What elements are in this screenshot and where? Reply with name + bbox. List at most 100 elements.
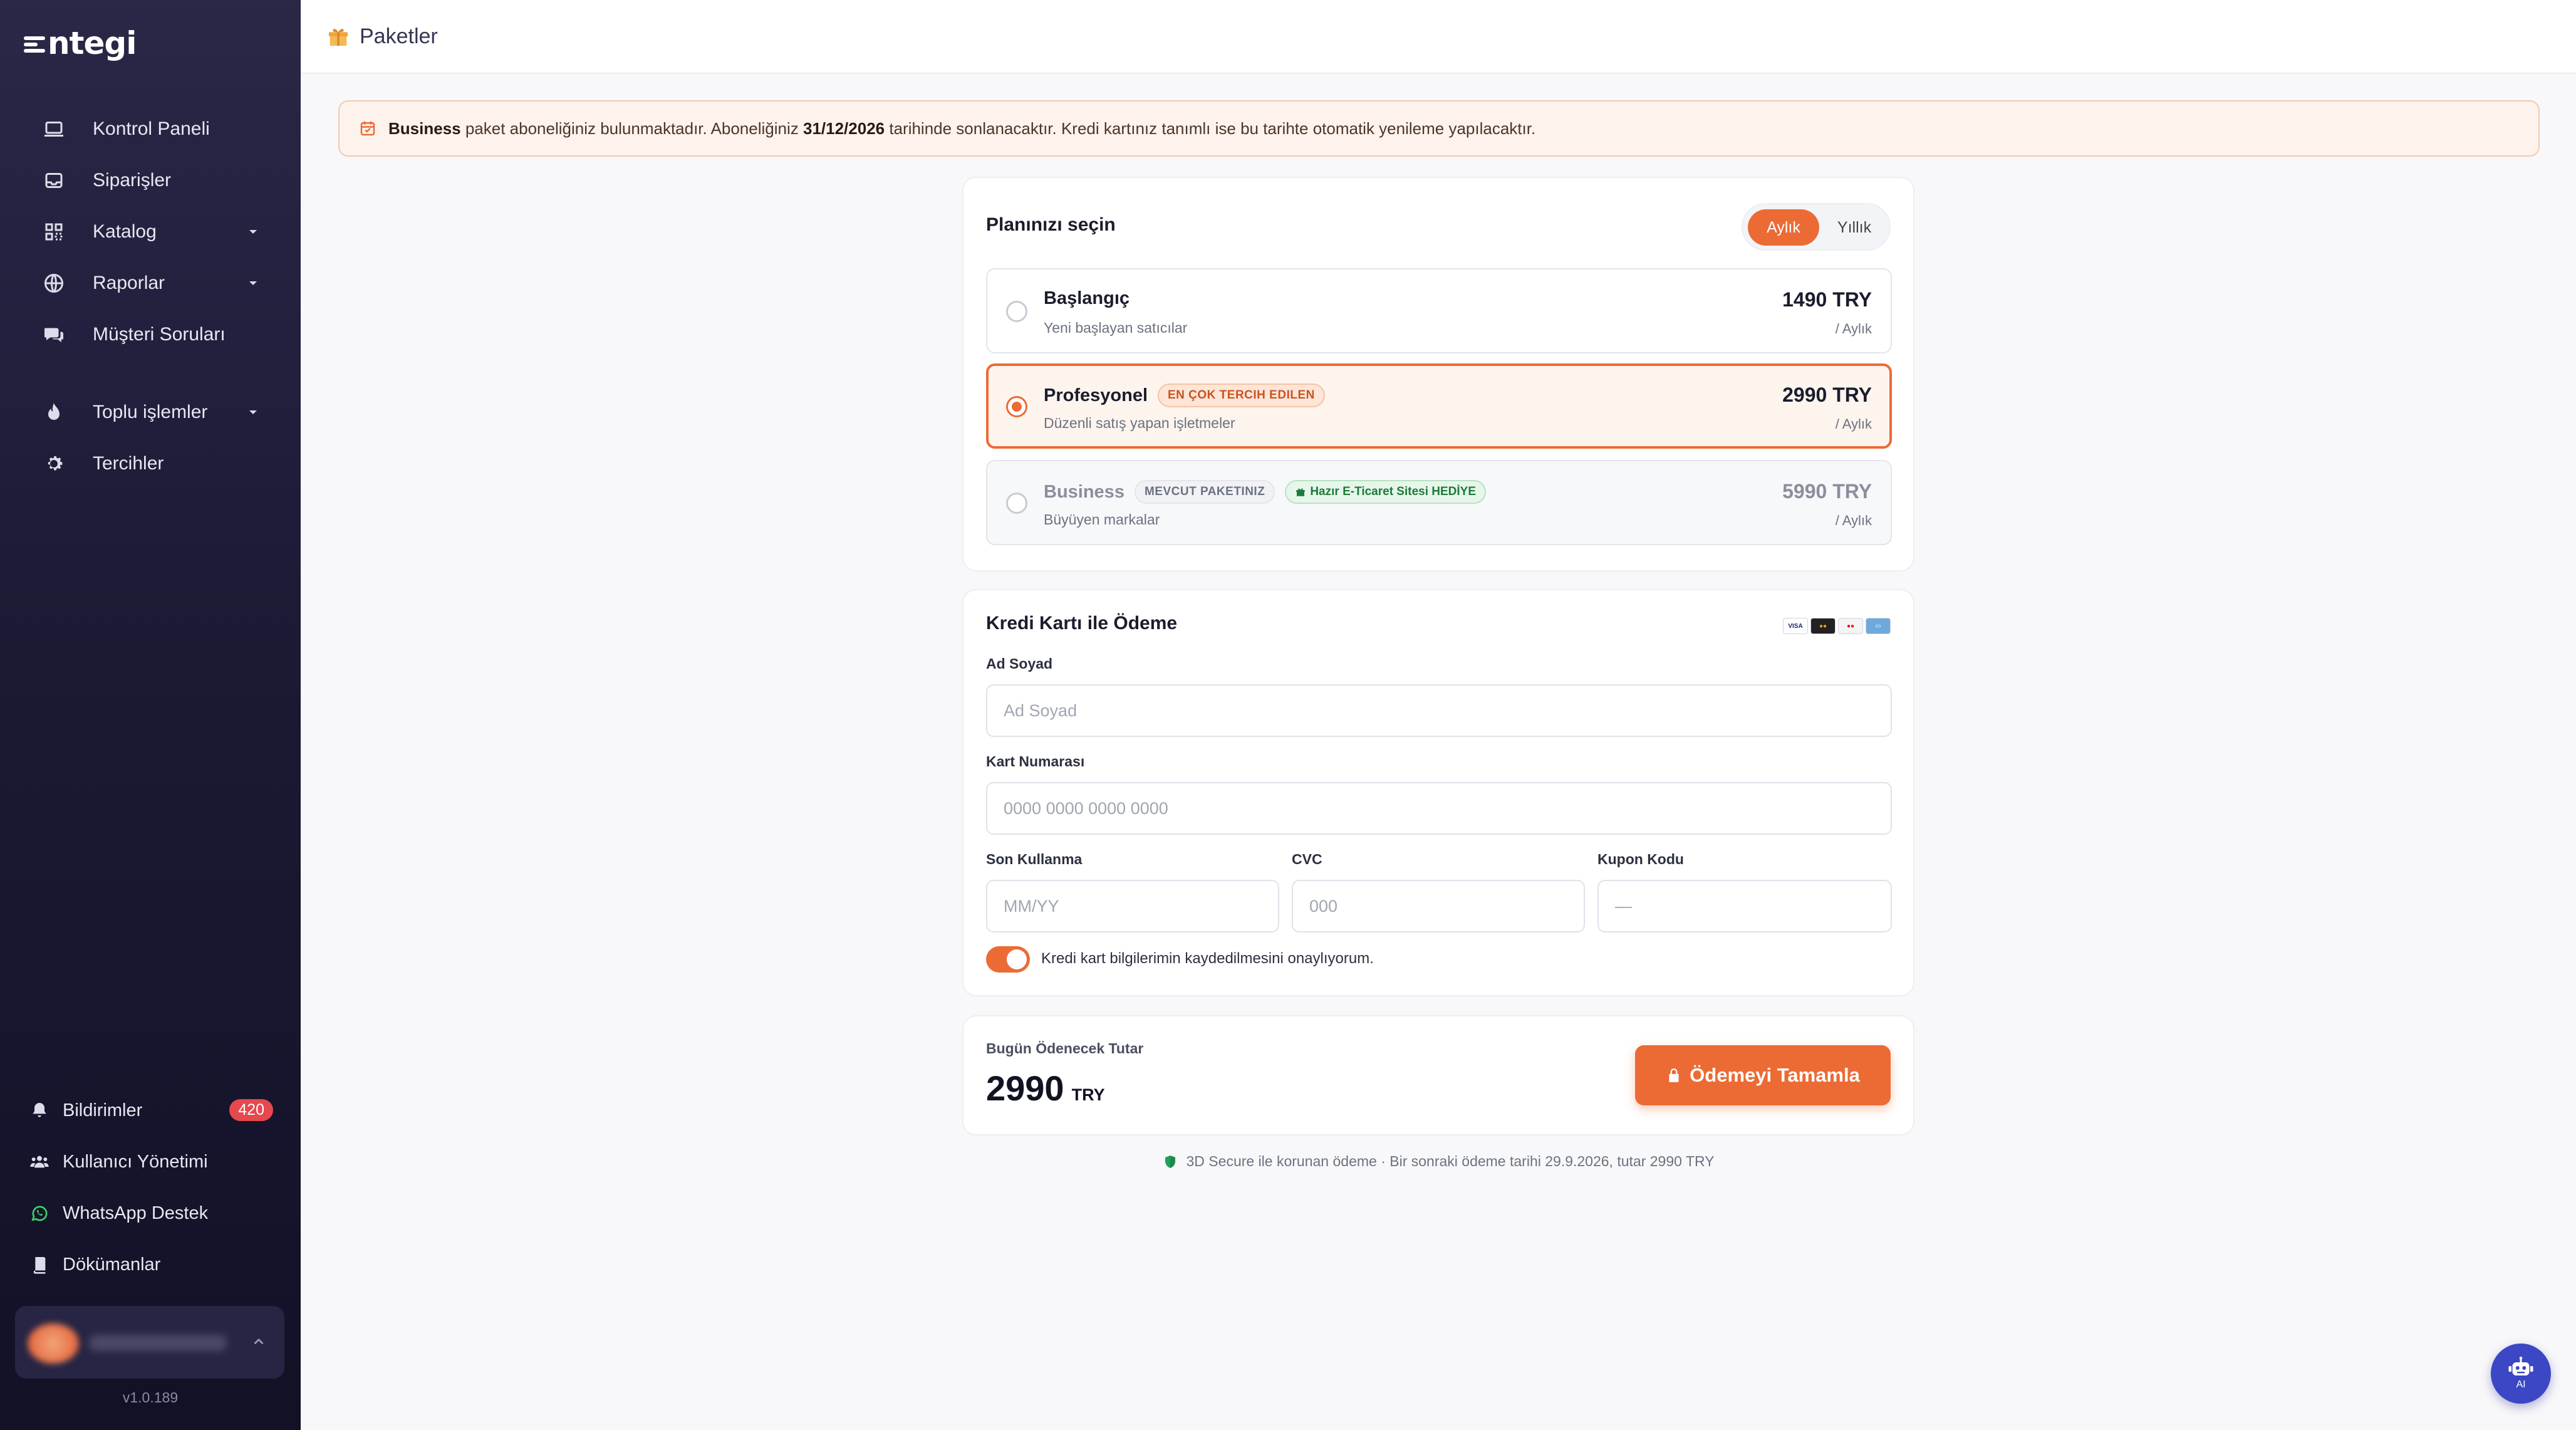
toggle-yearly[interactable]: Yıllık <box>1823 209 1886 246</box>
cvc-input[interactable]: 000 <box>1292 880 1585 932</box>
plan-period: / Aylık <box>1835 513 1872 528</box>
laptop-icon <box>41 117 66 142</box>
maestro-icon: ●● <box>1838 618 1863 634</box>
payment-card: Kredi Kartı ile Ödeme VISA ●● ●● ▭ Ad So… <box>962 589 1914 996</box>
total-amount: 2990 TRY <box>986 1068 1105 1109</box>
payment-summary-card: Bugün Ödenecek Tutar 2990 TRY Ödemeyi Tam… <box>962 1015 1914 1135</box>
save-card-toggle[interactable] <box>986 946 1030 973</box>
shield-icon <box>1165 1155 1175 1168</box>
user-menu[interactable] <box>15 1306 284 1379</box>
card-number-input[interactable]: 0000 0000 0000 0000 <box>986 782 1892 835</box>
gift-icon <box>1296 488 1306 496</box>
complete-payment-button[interactable]: Ödemeyi Tamamla <box>1635 1045 1891 1105</box>
plan-name-text: Business <box>1044 481 1124 502</box>
app-logo[interactable]: ntegi <box>24 25 137 61</box>
chat-icon <box>41 322 66 347</box>
name-input[interactable]: Ad Soyad <box>986 684 1892 737</box>
app-version: v1.0.189 <box>122 1389 179 1406</box>
nav-item-kontrol-paneli[interactable]: Kontrol Paneli <box>41 110 261 148</box>
calendar-icon <box>360 121 375 136</box>
nav-label: Müşteri Soruları <box>93 324 226 345</box>
alert-date: 31/12/2026 <box>802 118 885 138</box>
page-header: Paketler <box>301 0 2576 74</box>
plan-name-text: Profesyonel <box>1044 385 1148 405</box>
ai-assistant-button[interactable]: AI <box>2491 1344 2551 1404</box>
plan-card-title: Planınızı seçin <box>986 214 1116 235</box>
plan-name: Başlangıç <box>1044 288 1130 309</box>
nav-label: Kullanıcı Yönetimi <box>63 1151 208 1172</box>
amex-icon: ▭ <box>1866 618 1891 634</box>
expiry-input[interactable]: MM/YY <box>986 880 1279 932</box>
nav-label: Tercihler <box>93 453 164 474</box>
plan-selection-card: Planınızı seçin Aylık Yıllık Başlangıç Y… <box>962 177 1914 571</box>
grid-icon <box>41 219 66 244</box>
gift-badge-text: Hazır E-Ticaret Sitesi HEDİYE <box>1310 485 1477 498</box>
nav-item-toplu-islemler[interactable]: Toplu işlemler <box>41 394 261 431</box>
nav-item-tercihler[interactable]: Tercihler <box>41 445 261 483</box>
plan-option-business[interactable]: Business MEVCUT PAKETINIZ Hazır E-Ticaret … <box>986 460 1892 545</box>
gift-badge: Hazır E-Ticaret Sitesi HEDİYE <box>1285 480 1487 504</box>
plan-radio[interactable] <box>1006 493 1027 514</box>
card-brands: VISA ●● ●● ▭ <box>1783 618 1891 634</box>
bell-icon <box>29 1100 50 1121</box>
plan-description: Düzenli satış yapan işletmeler <box>1044 415 1235 431</box>
nav-item-whatsapp-destek[interactable]: WhatsApp Destek <box>29 1194 273 1232</box>
alert-text-part2: tarihinde sonlanacaktır. Kredi kartınız … <box>885 118 1536 138</box>
plan-price: 1490 TRY <box>1782 288 1872 311</box>
plan-radio[interactable] <box>1006 301 1027 322</box>
plan-option-baslangic[interactable]: Başlangıç Yeni başlayan satıcılar 1490 T… <box>986 268 1892 353</box>
nav-label: Bildirimler <box>63 1100 143 1120</box>
logo-mark <box>24 33 46 55</box>
secure-note-text: 3D Secure ile korunan ödeme · Bir sonrak… <box>1186 1153 1715 1169</box>
billing-period-toggle: Aylık Yıllık <box>1742 203 1891 251</box>
alert-text: Business paket aboneliğiniz bulunmaktadı… <box>388 119 1535 138</box>
robot-icon <box>2508 1357 2533 1375</box>
user-name-redacted <box>89 1335 227 1351</box>
nav-label: Siparişler <box>93 170 172 190</box>
nav-item-katalog[interactable]: Katalog <box>41 213 261 251</box>
payment-card-title: Kredi Kartı ile Ödeme <box>986 613 1178 634</box>
coupon-input[interactable]: — <box>1597 880 1892 932</box>
ai-button-label: AI <box>2516 1379 2526 1390</box>
whatsapp-icon <box>29 1203 50 1224</box>
name-label: Ad Soyad <box>986 655 1053 672</box>
alert-plan: Business <box>388 118 461 138</box>
most-preferred-badge: EN ÇOK TERCIH EDILEN <box>1158 384 1325 407</box>
plan-description: Yeni başlayan satıcılar <box>1044 320 1188 336</box>
nav-item-siparisler[interactable]: Siparişler <box>41 162 261 199</box>
plan-name: Business MEVCUT PAKETINIZ Hazır E-Ticaret … <box>1044 480 1487 504</box>
plan-price: 5990 TRY <box>1782 480 1872 503</box>
current-plan-badge: MEVCUT PAKETINIZ <box>1134 480 1275 504</box>
visa-icon: VISA <box>1783 618 1808 634</box>
toggle-monthly[interactable]: Aylık <box>1748 209 1819 246</box>
chevron-down-icon <box>249 281 257 285</box>
logo-text: ntegi <box>48 25 137 61</box>
inbox-icon <box>41 168 66 193</box>
notification-count-badge: 420 <box>229 1099 273 1121</box>
flame-icon <box>41 400 66 425</box>
plan-description: Büyüyen markalar <box>1044 511 1160 528</box>
sidebar: ntegi Kontrol Paneli Siparişler Katalog … <box>0 0 301 1430</box>
plan-radio[interactable] <box>1006 396 1027 417</box>
mastercard-icon: ●● <box>1810 618 1836 634</box>
total-currency: TRY <box>1071 1085 1105 1104</box>
save-card-label: Kredi kart bilgilerimin kaydedilmesini o… <box>1041 950 1374 967</box>
coupon-label: Kupon Kodu <box>1597 851 1684 867</box>
users-icon <box>29 1151 50 1172</box>
nav-item-kullanici-yonetimi[interactable]: Kullanıcı Yönetimi <box>29 1143 273 1181</box>
complete-payment-label: Ödemeyi Tamamla <box>1690 1064 1860 1086</box>
plan-name: Profesyonel EN ÇOK TERCIH EDILEN <box>1044 384 1325 407</box>
nav-label: Raporlar <box>93 273 165 293</box>
nav-item-bildirimler[interactable]: Bildirimler 420 <box>29 1092 273 1129</box>
expiry-label: Son Kullanma <box>986 851 1083 867</box>
nav-item-dokumanlar[interactable]: Dökümanlar <box>29 1246 273 1283</box>
secure-payment-note: 3D Secure ile korunan ödeme · Bir sonrak… <box>962 1153 1914 1170</box>
total-label: Bugün Ödenecek Tutar <box>986 1040 1144 1057</box>
globe-icon <box>41 271 66 296</box>
subscription-alert: Business paket aboneliğiniz bulunmaktadı… <box>338 100 2540 157</box>
nav-item-raporlar[interactable]: Raporlar <box>41 264 261 302</box>
nav-item-musteri-sorulari[interactable]: Müşteri Soruları <box>41 316 261 353</box>
nav-label: WhatsApp Destek <box>63 1203 209 1223</box>
nav-label: Katalog <box>93 221 157 242</box>
plan-option-profesyonel[interactable]: Profesyonel EN ÇOK TERCIH EDILEN Düzenli … <box>986 363 1892 449</box>
